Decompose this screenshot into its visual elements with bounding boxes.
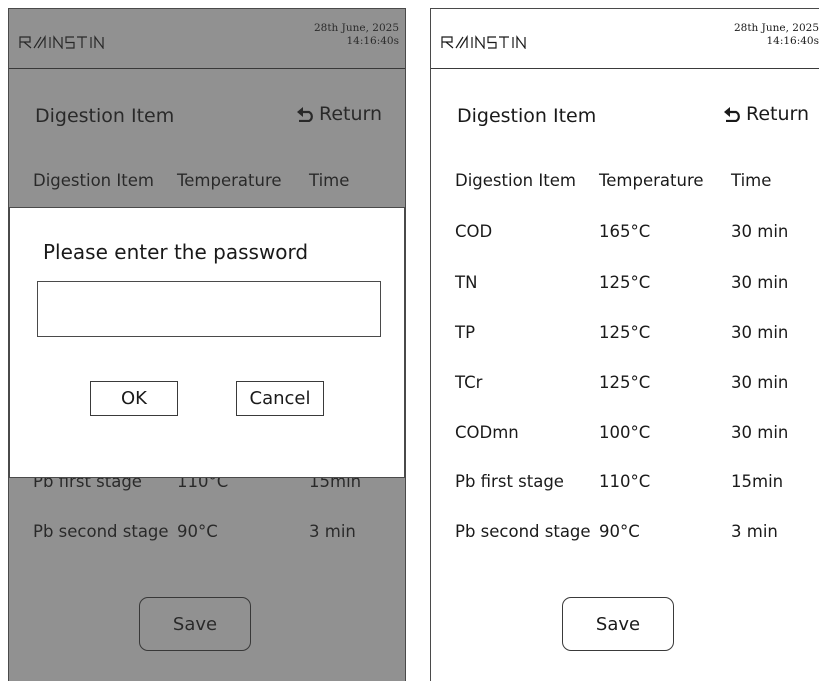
- password-dialog: Please enter the password OK Cancel: [9, 207, 405, 478]
- table-row: COD 165°C 30 min: [431, 222, 819, 252]
- cell-item: CODmn: [455, 423, 519, 442]
- table-header: Digestion Item Temperature Time: [431, 171, 819, 201]
- column-header-item: Digestion Item: [455, 171, 576, 190]
- device-screen-digestion-table: 28th June, 2025 14:16:40s Digestion Item…: [430, 8, 819, 681]
- time-text: 14:16:40s: [766, 35, 819, 47]
- brand-logo: [441, 35, 526, 49]
- table-row: TP 125°C 30 min: [431, 323, 819, 353]
- cell-temperature: 125°C: [599, 323, 651, 342]
- cell-time: 30 min: [731, 273, 789, 292]
- cell-time: 15min: [731, 472, 784, 491]
- return-arrow-icon: [724, 107, 740, 122]
- table-row: Pb second stage 90°C 3 min: [431, 522, 819, 552]
- table-row: TN 125°C 30 min: [431, 273, 819, 303]
- cell-item: TN: [455, 273, 478, 292]
- cell-time: 30 min: [731, 373, 789, 392]
- device-screen-password-prompt: 28th June, 2025 14:16:40s Digestion Item…: [8, 8, 406, 681]
- page-title: Digestion Item: [457, 105, 597, 127]
- cell-temperature: 125°C: [599, 273, 651, 292]
- cell-temperature: 110°C: [599, 472, 651, 491]
- table-row: TCr 125°C 30 min: [431, 373, 819, 403]
- cell-item: Pb second stage: [455, 522, 591, 541]
- column-header-time: Time: [731, 171, 772, 190]
- cell-item: TCr: [455, 373, 483, 392]
- cell-time: 30 min: [731, 323, 789, 342]
- header-bar: 28th June, 2025 14:16:40s: [431, 9, 819, 69]
- cancel-button[interactable]: Cancel: [236, 381, 324, 416]
- cell-item: COD: [455, 222, 493, 241]
- datetime: 28th June, 2025 14:16:40s: [734, 22, 819, 48]
- cell-time: 30 min: [731, 423, 789, 442]
- cell-temperature: 125°C: [599, 373, 651, 392]
- save-button[interactable]: Save: [562, 597, 674, 651]
- cell-item: TP: [455, 323, 476, 342]
- table-row: CODmn 100°C 30 min: [431, 423, 819, 453]
- cell-temperature: 100°C: [599, 423, 651, 442]
- ok-button[interactable]: OK: [90, 381, 178, 416]
- date-text: 28th June, 2025: [733, 22, 819, 34]
- cell-temperature: 165°C: [599, 222, 651, 241]
- cell-temperature: 90°C: [599, 522, 640, 541]
- dialog-title: Please enter the password: [43, 240, 309, 264]
- cell-item: Pb first stage: [455, 472, 564, 491]
- return-button[interactable]: Return: [723, 103, 809, 125]
- cell-time: 30 min: [731, 222, 789, 241]
- column-header-temperature: Temperature: [599, 171, 704, 190]
- cell-time: 3 min: [731, 522, 778, 541]
- return-label: Return: [746, 103, 810, 125]
- password-input[interactable]: [37, 281, 381, 337]
- table-row: Pb first stage 110°C 15min: [431, 472, 819, 502]
